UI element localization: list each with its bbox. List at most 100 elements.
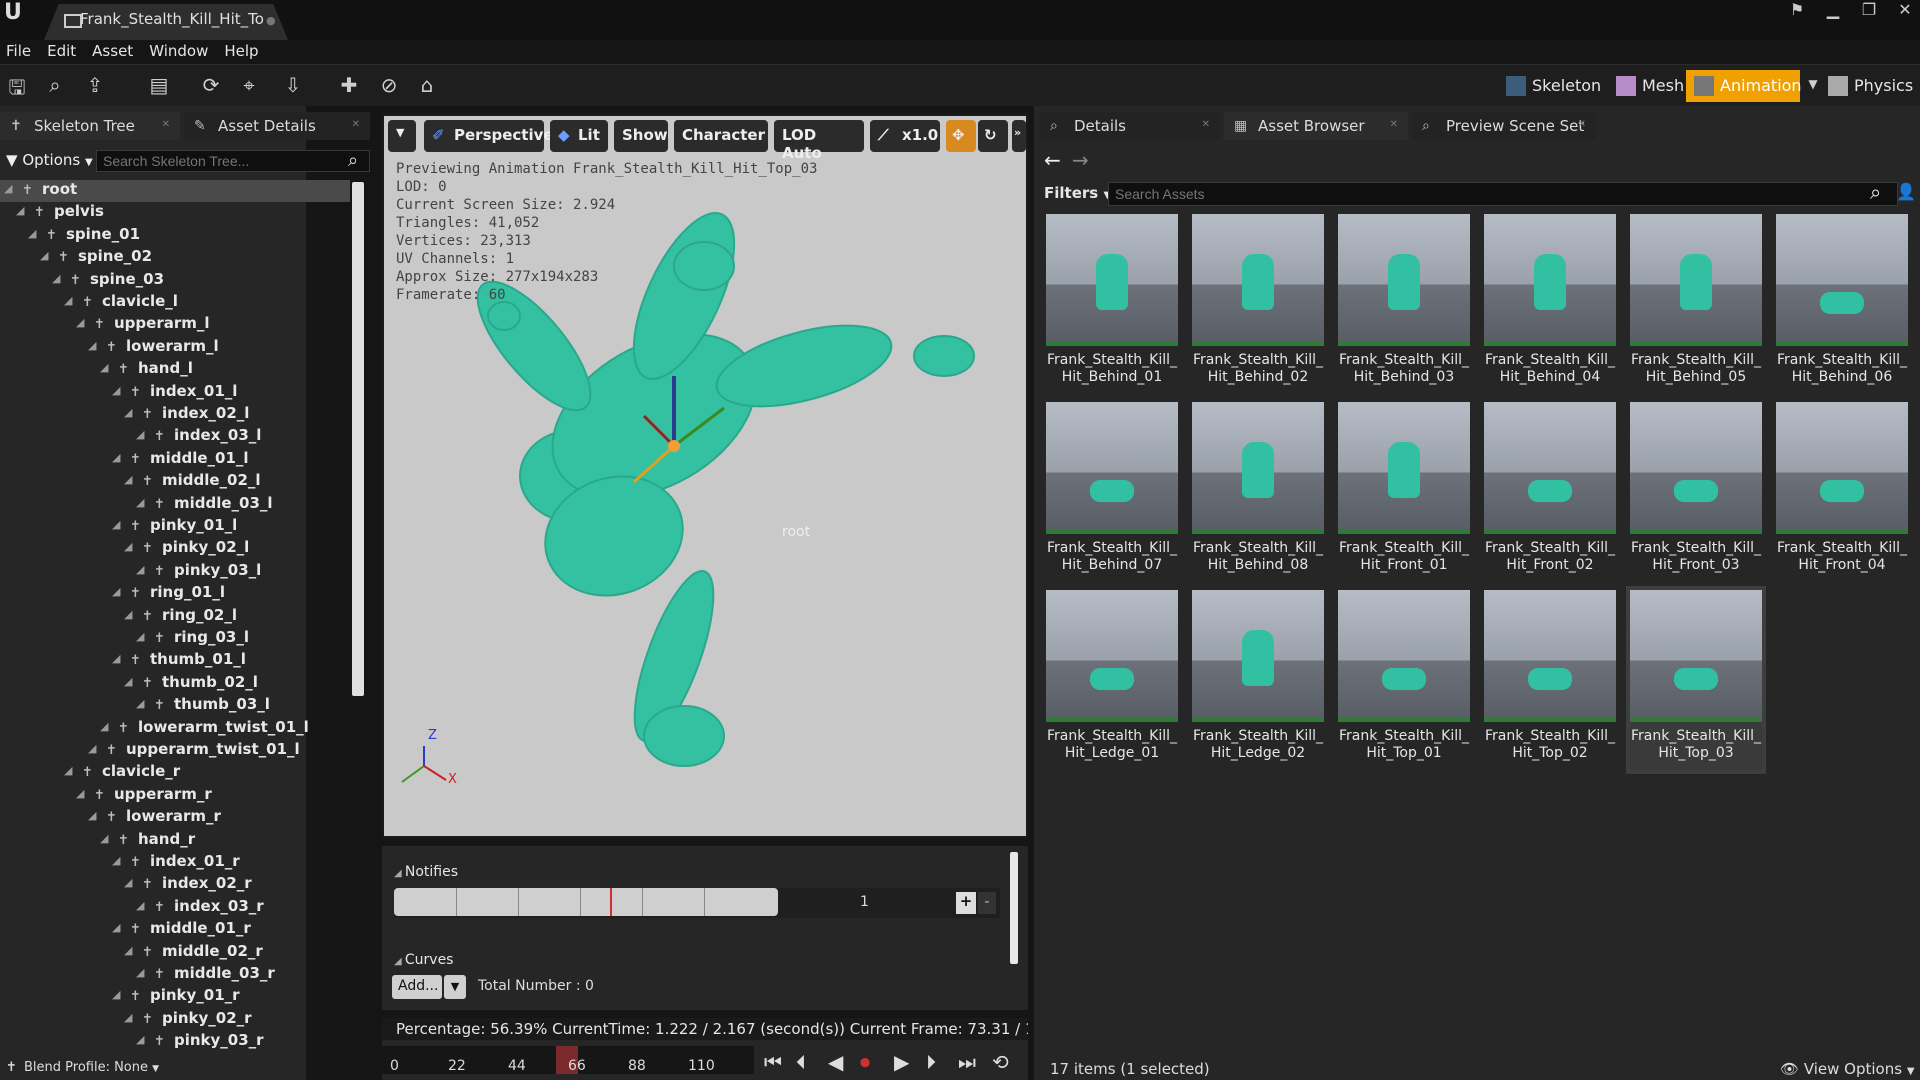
tree-options-button[interactable]: ▼ Options ▼ xyxy=(6,151,93,169)
expand-arrow-icon[interactable]: ◢ xyxy=(112,921,120,934)
asset-tile[interactable]: Frank_Stealth_Kill_ Hit_Front_03 xyxy=(1630,402,1762,582)
expand-arrow-icon[interactable]: ◢ xyxy=(136,966,144,979)
expand-arrow-icon[interactable]: ◢ xyxy=(76,316,84,329)
more-tools-icon[interactable]: » xyxy=(1012,120,1026,152)
tree-node[interactable]: ◢ ✝ upperarm_twist_01_l xyxy=(88,740,300,762)
expand-arrow-icon[interactable]: ◢ xyxy=(112,652,120,665)
mode-skeleton-button[interactable]: Skeleton xyxy=(1498,70,1609,102)
add-curve-button[interactable]: Add... xyxy=(392,975,442,999)
tree-node[interactable]: ◢ ✝ thumb_01_l xyxy=(112,650,246,672)
menu-help[interactable]: Help xyxy=(218,40,268,64)
tree-node[interactable]: ◢ ✝ lowerarm_r xyxy=(88,807,221,829)
document-tab[interactable]: Frank_Stealth_Kill_Hit_To ● xyxy=(44,4,288,40)
menu-window[interactable]: Window xyxy=(143,40,218,64)
tree-node[interactable]: ◢ ✝ ring_01_l xyxy=(112,583,225,605)
expand-arrow-icon[interactable]: ◢ xyxy=(100,832,108,845)
create-asset-icon[interactable]: ▤ xyxy=(146,73,172,99)
expand-arrow-icon[interactable]: ◢ xyxy=(64,294,72,307)
expand-arrow-icon[interactable]: ◢ xyxy=(88,809,96,822)
menu-file[interactable]: File xyxy=(0,40,41,64)
home-icon[interactable]: ⌂ xyxy=(414,73,440,99)
tree-node[interactable]: ◢ ✝ middle_01_r xyxy=(112,919,251,941)
translate-mode-icon[interactable]: ✥ xyxy=(946,120,976,152)
expand-arrow-icon[interactable]: ◢ xyxy=(112,854,120,867)
tree-node[interactable]: ◢ ✝ pinky_01_l xyxy=(112,516,237,538)
search-icon[interactable]: ⌕ xyxy=(1870,180,1881,204)
expand-arrow-icon[interactable]: ◢ xyxy=(136,496,144,509)
asset-tile[interactable]: Frank_Stealth_Kill_ Hit_Front_02 xyxy=(1484,402,1616,582)
tree-node[interactable]: ◢ ✝ upperarm_l xyxy=(76,314,210,336)
expand-arrow-icon[interactable]: ◢ xyxy=(136,630,144,643)
add-notify-track-button[interactable]: + xyxy=(956,892,976,914)
view-options-button[interactable]: 👁 View Options ▼ xyxy=(1780,1060,1915,1078)
save-icon[interactable]: 🖫 xyxy=(4,73,30,99)
tree-node[interactable]: ◢ ✝ spine_01 xyxy=(28,225,140,247)
tree-node[interactable]: ◢ ✝ pinky_01_r xyxy=(112,986,240,1008)
mode-physics-button[interactable]: Physics xyxy=(1820,70,1920,102)
tree-node[interactable]: ◢ ✝ index_01_l xyxy=(112,382,237,404)
tree-node[interactable]: ◢ ✝ clavicle_r xyxy=(64,762,180,784)
tree-node[interactable]: ◢ ✝ lowerarm_twist_01_l xyxy=(100,718,309,740)
notifies-header[interactable]: ◢ Notifies xyxy=(394,864,458,880)
playback-speed-button[interactable]: ⟋ x1.0 xyxy=(870,120,940,152)
expand-arrow-icon[interactable]: ◢ xyxy=(88,339,96,352)
expand-arrow-icon[interactable]: ◢ xyxy=(4,182,12,195)
tree-node[interactable]: ◢ ✝ middle_02_l xyxy=(124,471,261,493)
reimport-icon[interactable]: ⇪ xyxy=(82,73,108,99)
expand-arrow-icon[interactable]: ◢ xyxy=(124,1011,132,1024)
lit-button[interactable]: ◆ Lit xyxy=(550,120,608,152)
blend-profile-dropdown[interactable]: ✝ Blend Profile: None ▼ xyxy=(0,1056,306,1080)
tree-node[interactable]: ◢ ✝ index_03_r xyxy=(136,897,264,919)
expand-arrow-icon[interactable]: ◢ xyxy=(64,764,72,777)
notification-icon[interactable]: ⚑ xyxy=(1782,0,1812,20)
expand-arrow-icon[interactable]: ◢ xyxy=(124,675,132,688)
add-curve-dropdown-icon[interactable]: ▼ xyxy=(444,975,466,999)
loop-icon[interactable]: ⟲ xyxy=(992,1050,1009,1074)
expand-arrow-icon[interactable]: ◢ xyxy=(136,697,144,710)
viewport-options-button[interactable]: ▼ xyxy=(388,120,416,152)
tree-scrollbar[interactable] xyxy=(352,182,364,696)
asset-tile[interactable]: Frank_Stealth_Kill_ Hit_Behind_05 xyxy=(1630,214,1762,394)
close-tab-icon[interactable]: ✕ xyxy=(1390,119,1398,130)
tree-node[interactable]: ◢ ✝ lowerarm_l xyxy=(88,337,219,359)
expand-arrow-icon[interactable]: ◢ xyxy=(136,1033,144,1046)
tab-asset-browser[interactable]: ▦ Asset Browser ✕ xyxy=(1224,112,1408,140)
expand-arrow-icon[interactable]: ◢ xyxy=(112,451,120,464)
tree-node[interactable]: ◢ ✝ thumb_03_l xyxy=(136,695,270,717)
close-tab-icon[interactable]: ✕ xyxy=(1578,119,1586,130)
close-tab-icon[interactable]: ✕ xyxy=(1202,119,1210,130)
tree-node[interactable]: ◢ ✝ index_02_l xyxy=(124,404,249,426)
close-tab-icon[interactable]: ✕ xyxy=(352,119,360,130)
expand-arrow-icon[interactable]: ◢ xyxy=(136,563,144,576)
tree-node[interactable]: ◢ ✝ middle_01_l xyxy=(112,449,249,471)
asset-tile[interactable]: Frank_Stealth_Kill_ Hit_Behind_03 xyxy=(1338,214,1470,394)
asset-tile[interactable]: Frank_Stealth_Kill_ Hit_Front_01 xyxy=(1338,402,1470,582)
expand-arrow-icon[interactable]: ◢ xyxy=(124,608,132,621)
tree-node[interactable]: ◢ ✝ ring_02_l xyxy=(124,606,237,628)
expand-arrow-icon[interactable]: ◢ xyxy=(136,899,144,912)
notify-scrub-bar[interactable] xyxy=(394,888,778,916)
close-window-button[interactable]: ✕ xyxy=(1890,0,1920,20)
skip-to-start-icon[interactable]: ⏮ xyxy=(764,1050,782,1074)
expand-arrow-icon[interactable]: ◢ xyxy=(112,384,120,397)
tree-node[interactable]: ◢ ✝ hand_r xyxy=(100,830,195,852)
expand-arrow-icon[interactable]: ◢ xyxy=(28,227,36,240)
expand-arrow-icon[interactable]: ◢ xyxy=(100,720,108,733)
find-in-browser-icon[interactable]: ⌕ xyxy=(42,73,68,99)
character-button[interactable]: Character xyxy=(674,120,768,152)
asset-tile[interactable]: Frank_Stealth_Kill_ Hit_Behind_06 xyxy=(1776,214,1908,394)
export-icon[interactable]: ⇩ xyxy=(280,73,306,99)
remove-notify-track-button[interactable]: - xyxy=(978,892,996,914)
expand-arrow-icon[interactable]: ◢ xyxy=(124,876,132,889)
mode-mesh-button[interactable]: Mesh xyxy=(1608,70,1692,102)
lod-button[interactable]: LOD Auto xyxy=(774,120,864,162)
tree-node[interactable]: ◢ ✝ index_01_r xyxy=(112,852,240,874)
compression-icon[interactable]: ⊘ xyxy=(376,73,402,99)
expand-arrow-icon[interactable]: ◢ xyxy=(112,518,120,531)
close-tab-icon[interactable]: ✕ xyxy=(162,119,170,130)
expand-arrow-icon[interactable]: ◢ xyxy=(52,272,60,285)
curves-header[interactable]: ◢ Curves xyxy=(394,952,453,968)
search-icon[interactable]: ⌕ xyxy=(348,150,358,171)
tree-node[interactable]: ◢ ✝ middle_02_r xyxy=(124,942,263,964)
asset-tile[interactable]: Frank_Stealth_Kill_ Hit_Top_02 xyxy=(1484,590,1616,770)
